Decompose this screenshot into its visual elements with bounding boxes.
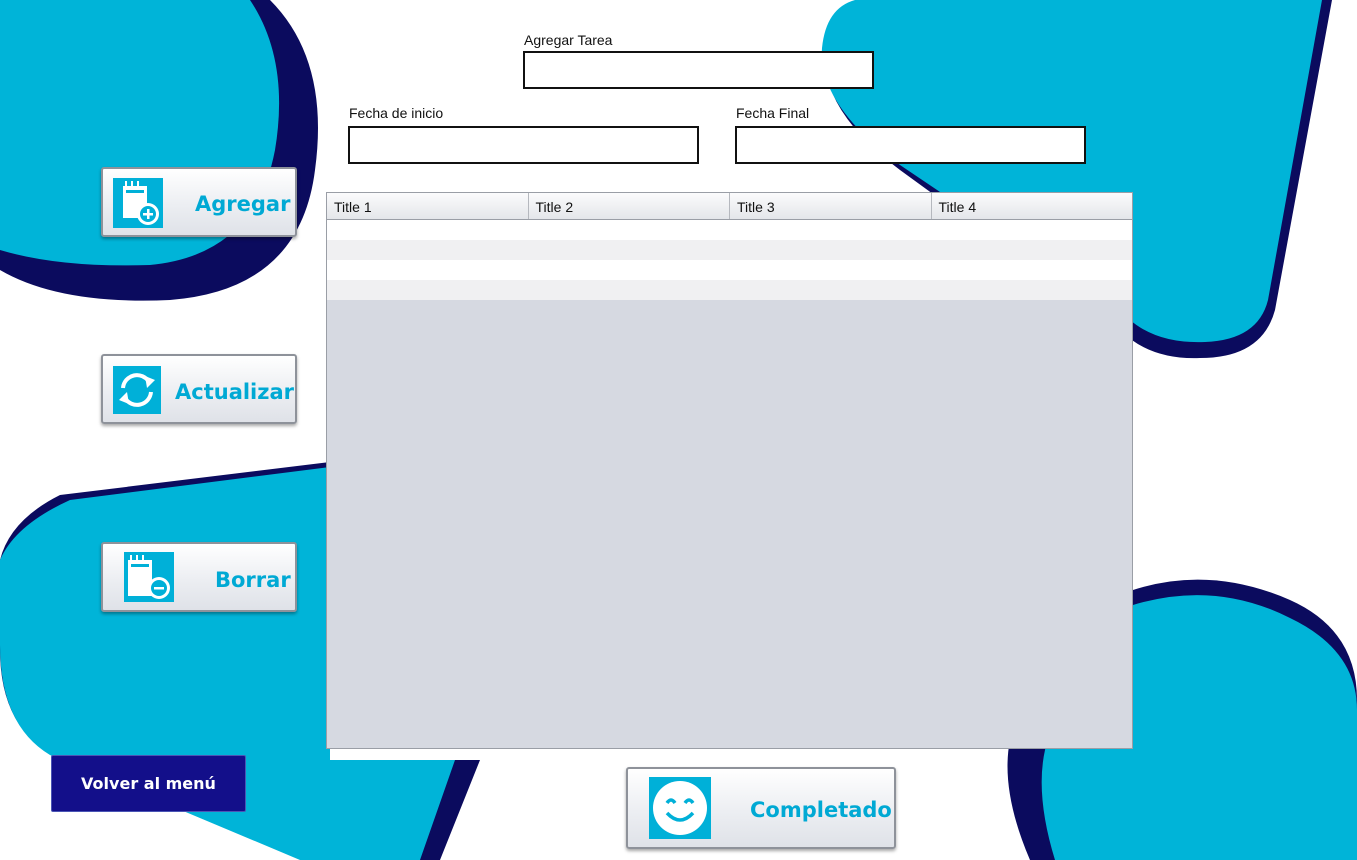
column-header[interactable]: Title 4 (932, 193, 1133, 219)
table-cell[interactable] (528, 260, 729, 280)
start-date-label: Fecha de inicio (349, 105, 444, 121)
table-header: Title 1 Title 2 Title 3 Title 4 (327, 193, 1132, 220)
table-row[interactable] (327, 220, 1132, 240)
add-button-label: Agregar (195, 192, 291, 216)
refresh-icon (113, 366, 161, 414)
table-cell[interactable] (931, 220, 1132, 240)
task-label: Agregar Tarea (524, 32, 613, 48)
table-cell[interactable] (730, 260, 931, 280)
table-row[interactable] (327, 260, 1132, 280)
table-cell[interactable] (730, 280, 931, 300)
column-header[interactable]: Title 3 (730, 193, 932, 219)
task-input[interactable] (523, 51, 874, 89)
delete-button[interactable]: Borrar (101, 542, 297, 612)
complete-button[interactable]: Completado (626, 767, 896, 849)
smiley-icon (649, 777, 711, 839)
table-cell[interactable] (730, 240, 931, 260)
table-cell[interactable] (730, 220, 931, 240)
update-button-label: Actualizar (175, 380, 295, 404)
table-cell[interactable] (327, 240, 528, 260)
add-button[interactable]: Agregar (101, 167, 297, 237)
start-date-input[interactable] (348, 126, 699, 164)
update-button[interactable]: Actualizar (101, 354, 297, 424)
back-to-menu-button[interactable]: Volver al menú (51, 755, 246, 812)
table-cell[interactable] (528, 220, 729, 240)
table-row[interactable] (327, 280, 1132, 300)
table-row[interactable] (327, 240, 1132, 260)
table-cell[interactable] (327, 260, 528, 280)
table-cell[interactable] (931, 260, 1132, 280)
column-header[interactable]: Title 1 (327, 193, 529, 219)
complete-button-label: Completado (750, 798, 892, 822)
table-cell[interactable] (327, 220, 528, 240)
notepad-remove-icon (124, 552, 174, 602)
table-cell[interactable] (528, 240, 729, 260)
column-header[interactable]: Title 2 (529, 193, 730, 219)
end-date-label: Fecha Final (736, 105, 810, 121)
table-cell[interactable] (327, 280, 528, 300)
table-cell[interactable] (528, 280, 729, 300)
table-cell[interactable] (931, 280, 1132, 300)
table-cell[interactable] (931, 240, 1132, 260)
end-date-input[interactable] (735, 126, 1086, 164)
delete-button-label: Borrar (215, 568, 291, 592)
notepad-add-icon (113, 178, 163, 228)
task-table[interactable]: Title 1 Title 2 Title 3 Title 4 (326, 192, 1133, 749)
